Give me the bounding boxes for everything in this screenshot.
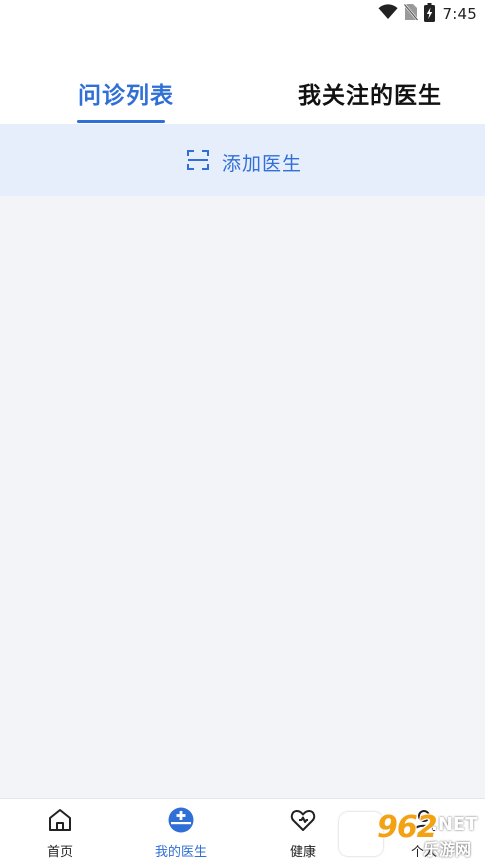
- nav-home-label: 首页: [46, 845, 73, 860]
- add-doctor-label: 添加医生: [222, 152, 303, 175]
- add-doctor-button[interactable]: 添加医生: [0, 124, 485, 196]
- status-bar: 7:45: [0, 0, 485, 28]
- bottom-nav: 首页 我的医生 健康 个人 962 .NET 乐游网: [0, 798, 485, 862]
- nav-my-doctor-label: 我的医生: [154, 845, 207, 860]
- watermark-name: 乐游网: [423, 840, 472, 859]
- nav-health-label: 健康: [289, 845, 316, 860]
- nav-home[interactable]: 首页: [20, 807, 100, 860]
- no-sim-icon: [403, 3, 418, 25]
- add-doctor-content: 添加医生: [186, 148, 302, 176]
- heart-icon: [290, 807, 316, 837]
- nav-my-doctor[interactable]: 我的医生: [141, 807, 221, 860]
- scan-icon: [186, 148, 210, 176]
- status-icons: 7:45: [378, 2, 477, 26]
- wifi-icon: [378, 4, 398, 24]
- home-icon: [47, 807, 73, 837]
- tab-consultation-list[interactable]: 问诊列表: [78, 76, 174, 110]
- nav-health[interactable]: 健康: [263, 807, 343, 860]
- tab-bar: 问诊列表 我关注的医生: [0, 60, 485, 124]
- consultation-list-area: [0, 196, 485, 798]
- doctor-icon: [168, 807, 194, 837]
- watermark-logo: 962 .NET 乐游网: [339, 810, 479, 859]
- tab-followed-doctors[interactable]: 我关注的医生: [298, 76, 442, 110]
- status-time: 7:45: [442, 5, 477, 23]
- battery-charging-icon: [423, 2, 435, 26]
- active-tab-indicator: [77, 120, 165, 123]
- watermark-domain: .NET: [431, 814, 478, 835]
